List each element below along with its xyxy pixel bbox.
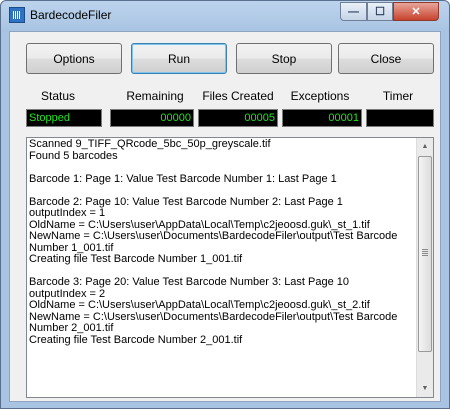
minimize-button[interactable]: —: [340, 2, 367, 21]
maximize-button[interactable]: ☐: [367, 2, 393, 21]
run-button[interactable]: Run: [131, 43, 227, 74]
remaining-value: 00000: [110, 109, 194, 127]
files-created-value: 00005: [198, 109, 278, 127]
window-title: BardecodeFiler: [30, 8, 112, 22]
close-window-button[interactable]: ✕: [393, 2, 439, 21]
remaining-label: Remaining: [126, 89, 184, 103]
close-button[interactable]: Close: [338, 43, 434, 74]
timer-value: [366, 109, 434, 127]
grip-icon: [422, 249, 428, 256]
status-label: Status: [40, 89, 76, 103]
exceptions-label: Exceptions: [290, 89, 350, 103]
scroll-thumb[interactable]: [418, 156, 432, 352]
log-text: Scanned 9_TIFF_QRcode_5bc_50p_greyscale.…: [29, 138, 398, 346]
log-scrollbar[interactable]: ▲ ▼: [416, 138, 433, 397]
exceptions-value: 00001: [282, 109, 362, 127]
log-textbox[interactable]: Scanned 9_TIFF_QRcode_5bc_50p_greyscale.…: [26, 137, 434, 398]
app-window: BardecodeFiler — ☐ ✕ Options Run Stop Cl…: [0, 0, 450, 409]
client-area: Options Run Stop Close Status Remaining …: [9, 31, 441, 402]
files-created-label: Files Created: [202, 89, 274, 103]
scroll-up-icon[interactable]: ▲: [417, 138, 433, 155]
stop-button[interactable]: Stop: [236, 43, 332, 74]
options-button[interactable]: Options: [26, 43, 122, 74]
status-value: Stopped: [26, 109, 102, 127]
scroll-down-icon[interactable]: ▼: [417, 380, 433, 397]
title-bar[interactable]: BardecodeFiler — ☐ ✕: [1, 1, 449, 31]
barcode-icon: [9, 7, 25, 23]
timer-label: Timer: [382, 89, 414, 103]
